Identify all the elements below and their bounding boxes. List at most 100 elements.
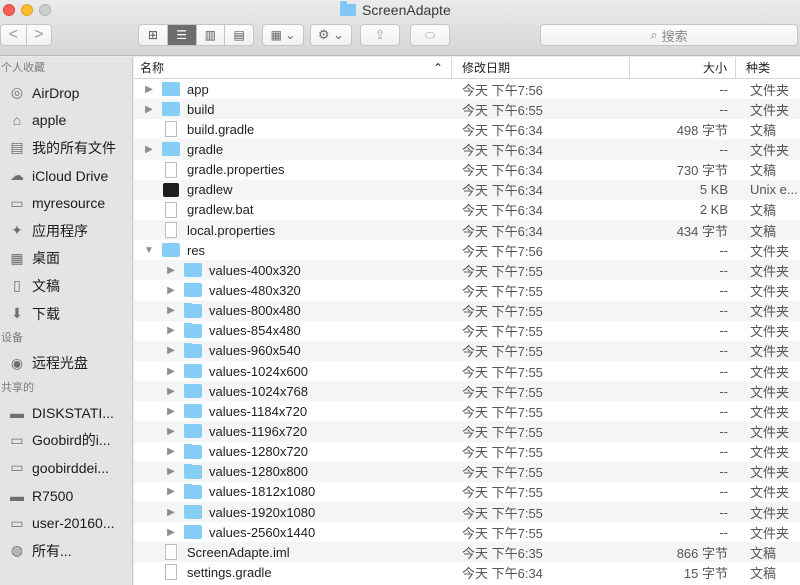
- column-header-name[interactable]: 名称 ⌃: [134, 57, 452, 78]
- sidebar-item[interactable]: ▤ 我的所有文件: [0, 134, 132, 162]
- disclosure-collapsed-icon[interactable]: ▶: [142, 84, 156, 95]
- action-gear-button[interactable]: ⚙ ⌄: [310, 24, 352, 46]
- disclosure-collapsed-icon[interactable]: ▶: [164, 325, 178, 336]
- disclosure-collapsed-icon[interactable]: ▶: [164, 305, 178, 316]
- file-row[interactable]: ▶ values-1024x768 今天 下午7:55 -- 文件夹: [134, 381, 800, 402]
- disclosure-collapsed-icon[interactable]: ▶: [164, 466, 178, 477]
- file-kind: 文稿: [750, 565, 777, 581]
- column-header-date[interactable]: 修改日期: [452, 57, 630, 78]
- file-size: --: [719, 262, 728, 278]
- file-name-cell: ▶ values-800x480: [134, 303, 452, 318]
- sidebar-item[interactable]: ✦ 应用程序: [0, 217, 132, 245]
- file-row[interactable]: ▶ values-1812x1080 今天 下午7:55 -- 文件夹: [134, 482, 800, 502]
- disclosure-collapsed-icon[interactable]: ▶: [164, 446, 178, 457]
- file-row[interactable]: ScreenAdapte.iml 今天 下午6:35 866 字节 文稿: [134, 542, 800, 563]
- file-row[interactable]: ▶ values-1196x720 今天 下午7:55 -- 文件夹: [134, 421, 800, 442]
- file-row[interactable]: ▶ values-1280x800 今天 下午7:55 -- 文件夹: [134, 461, 800, 482]
- file-row[interactable]: ▶ values-2560x1440 今天 下午7:55 -- 文件夹: [134, 522, 800, 542]
- disclosure-collapsed-icon[interactable]: ▶: [142, 104, 156, 115]
- file-name-cell: ▶ values-1920x1080: [134, 504, 452, 520]
- disclosure-collapsed-icon[interactable]: ▶: [164, 285, 178, 296]
- column-header-kind[interactable]: 种类: [736, 57, 800, 78]
- sidebar-item[interactable]: ☁ iCloud Drive: [0, 162, 132, 190]
- back-forward-control: < >: [0, 24, 52, 46]
- zoom-window-button[interactable]: [39, 4, 51, 16]
- file-name: ScreenAdapte.iml: [187, 544, 290, 560]
- file-row[interactable]: ▶ values-1280x720 今天 下午7:55 -- 文件夹: [134, 442, 800, 462]
- file-kind: 文件夹: [750, 525, 790, 541]
- sidebar-item[interactable]: ▭ user-20160...: [0, 509, 132, 537]
- file-row[interactable]: ▶ values-800x480 今天 下午7:55 -- 文件夹: [134, 300, 800, 321]
- disclosure-collapsed-icon[interactable]: ▶: [164, 486, 178, 497]
- sidebar-item[interactable]: ⬇ 下载: [0, 300, 132, 328]
- folder-icon: [184, 343, 202, 358]
- tags-button[interactable]: ⬭: [410, 24, 450, 46]
- file-row[interactable]: ▶ app 今天 下午7:56 -- 文件夹: [134, 79, 800, 99]
- sidebar-item[interactable]: ▬ R7500: [0, 482, 132, 510]
- disclosure-collapsed-icon[interactable]: ▶: [164, 366, 178, 377]
- disclosure-collapsed-icon[interactable]: ▶: [164, 406, 178, 417]
- sidebar-item-label: Goobird的i...: [32, 432, 111, 449]
- file-row[interactable]: gradlew 今天 下午6:34 5 KB Unix e...: [134, 179, 800, 200]
- file-kind: 文件夹: [750, 445, 790, 461]
- file-row[interactable]: gradlew.bat 今天 下午6:34 2 KB 文稿: [134, 200, 800, 220]
- sidebar-item[interactable]: ◍ 所有...: [0, 537, 132, 565]
- folder-icon: [184, 303, 202, 318]
- sidebar-item[interactable]: ▭ Goobird的i...: [0, 427, 132, 455]
- file-row[interactable]: ▼ res 今天 下午7:56 -- 文件夹: [134, 240, 800, 260]
- column-view-button[interactable]: ▥: [195, 25, 225, 45]
- file-size: --: [719, 363, 728, 379]
- sidebar-item[interactable]: ▯ 文稿: [0, 272, 132, 300]
- file-name-cell: local.properties: [134, 222, 452, 239]
- search-field[interactable]: ⌕ 搜索: [540, 24, 798, 46]
- minimize-window-button[interactable]: [21, 4, 33, 16]
- column-header-size[interactable]: 大小: [630, 57, 736, 78]
- file-row[interactable]: local.properties 今天 下午6:34 434 字节 文稿: [134, 219, 800, 241]
- file-name: app: [187, 81, 209, 97]
- disclosure-expanded-icon[interactable]: ▼: [142, 245, 156, 256]
- file-row[interactable]: ▶ values-1024x600 今天 下午7:55 -- 文件夹: [134, 361, 800, 381]
- file-name: values-800x480: [209, 303, 301, 319]
- share-button[interactable]: ⇪: [360, 24, 400, 46]
- sidebar-item[interactable]: ◎ AirDrop: [0, 79, 132, 107]
- file-row[interactable]: build.gradle 今天 下午6:34 498 字节 文稿: [134, 119, 800, 139]
- arrange-button[interactable]: ▦ ⌄: [262, 24, 304, 46]
- disclosure-collapsed-icon[interactable]: ▶: [142, 144, 156, 155]
- file-row[interactable]: ▶ build 今天 下午6:55 -- 文件夹: [134, 99, 800, 120]
- file-row[interactable]: ▶ values-854x480 今天 下午7:55 -- 文件夹: [134, 321, 800, 341]
- file-row[interactable]: settings.gradle 今天 下午6:34 15 字节 文稿: [134, 562, 800, 582]
- disclosure-collapsed-icon[interactable]: ▶: [164, 426, 178, 437]
- file-row[interactable]: ▶ values-1920x1080 今天 下午7:55 -- 文件夹: [134, 501, 800, 523]
- sidebar-item[interactable]: ◉ 远程光盘: [0, 349, 132, 377]
- disclosure-collapsed-icon[interactable]: ▶: [164, 265, 178, 276]
- sidebar-item[interactable]: ▬ DISKSTATI...: [0, 399, 132, 427]
- file-kind: 文稿: [750, 223, 777, 239]
- disclosure-collapsed-icon[interactable]: ▶: [164, 507, 178, 518]
- file-name: values-1184x720: [209, 403, 308, 419]
- list-view-button[interactable]: ☰: [166, 25, 196, 45]
- file-row[interactable]: ▶ values-480x320 今天 下午7:55 -- 文件夹: [134, 280, 800, 300]
- sidebar-item[interactable]: ▭ goobirddei...: [0, 454, 132, 482]
- file-row[interactable]: ▶ values-960x540 今天 下午7:55 -- 文件夹: [134, 340, 800, 361]
- column-header-row: 名称 ⌃ 修改日期 大小 种类: [134, 57, 800, 79]
- file-row[interactable]: gradle.properties 今天 下午6:34 730 字节 文稿: [134, 160, 800, 180]
- folder-icon: [184, 423, 202, 439]
- documents-icon: ▯: [13, 277, 21, 294]
- imac-icon: ▭: [10, 431, 24, 448]
- sidebar-item[interactable]: ⌂ apple: [0, 107, 132, 135]
- disclosure-collapsed-icon[interactable]: ▶: [164, 386, 178, 397]
- icon-view-button[interactable]: ⊞: [139, 25, 167, 45]
- file-date: 今天 下午7:55: [462, 445, 543, 461]
- cover-flow-view-button[interactable]: ▤: [224, 25, 253, 45]
- sidebar-item-label: iCloud Drive: [32, 167, 109, 184]
- sidebar-item[interactable]: ▦ 桌面: [0, 245, 132, 273]
- disclosure-collapsed-icon[interactable]: ▶: [164, 345, 178, 356]
- file-row[interactable]: ▶ gradle 今天 下午6:34 -- 文件夹: [134, 139, 800, 160]
- forward-button[interactable]: >: [25, 25, 52, 45]
- file-row[interactable]: ▶ values-400x320 今天 下午7:55 -- 文件夹: [134, 260, 800, 281]
- close-window-button[interactable]: [3, 4, 15, 16]
- back-button[interactable]: <: [1, 25, 26, 45]
- disclosure-collapsed-icon[interactable]: ▶: [164, 527, 178, 538]
- file-row[interactable]: ▶ values-1184x720 今天 下午7:55 -- 文件夹: [134, 401, 800, 421]
- sidebar-item[interactable]: ▭ myresource: [0, 189, 132, 217]
